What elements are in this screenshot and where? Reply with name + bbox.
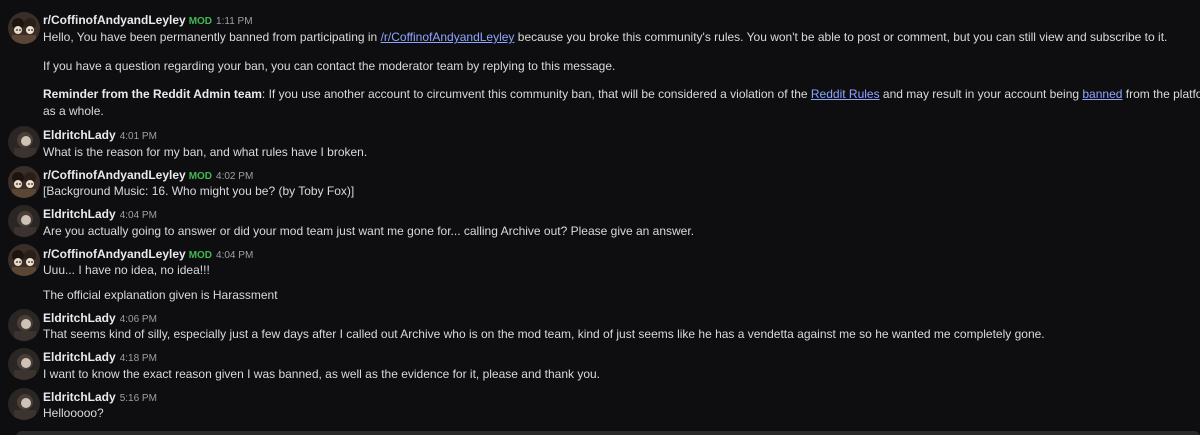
timestamp: 1:11 PM xyxy=(216,16,253,27)
subreddit-avatar-icon[interactable] xyxy=(8,244,40,276)
timestamp: 4:06 PM xyxy=(119,314,157,325)
message-text: The official explanation given is Harass… xyxy=(43,288,278,302)
message-header: EldritchLady 4:18 PM xyxy=(43,349,157,365)
message-text: Hellooooo? xyxy=(43,406,104,420)
author-name[interactable]: EldritchLady xyxy=(43,207,116,221)
mod-badge: MOD xyxy=(188,171,213,182)
message-text: That seems kind of silly, especially jus… xyxy=(43,327,1045,341)
author-name[interactable]: r/CoffinofAndyandLeyley xyxy=(43,247,186,261)
timestamp: 4:18 PM xyxy=(119,353,157,364)
banned-link[interactable]: banned xyxy=(1082,87,1122,101)
message-header: r/CoffinofAndyandLeyley MOD 1:11 PM xyxy=(43,12,253,28)
timestamp: 4:04 PM xyxy=(216,250,254,261)
author-name[interactable]: EldritchLady xyxy=(43,390,116,404)
timestamp: 4:01 PM xyxy=(119,131,157,142)
author-name[interactable]: EldritchLady xyxy=(43,128,116,142)
message-text: If you have a question regarding your ba… xyxy=(43,59,616,73)
subreddit-avatar-icon[interactable] xyxy=(8,166,40,198)
author-name[interactable]: EldritchLady xyxy=(43,350,116,364)
author-name[interactable]: r/CoffinofAndyandLeyley xyxy=(43,13,186,27)
timestamp: 4:02 PM xyxy=(216,171,254,182)
timestamp: 4:04 PM xyxy=(119,210,157,221)
chat-thread: r/CoffinofAndyandLeyley MOD 1:11 PM Hello,… xyxy=(0,0,1200,435)
user-avatar-icon[interactable] xyxy=(8,126,40,158)
message-text: as a whole. xyxy=(43,104,104,118)
reddit-rules-link[interactable]: Reddit Rules xyxy=(811,87,880,101)
subreddit-avatar-icon[interactable] xyxy=(8,12,40,44)
user-avatar-icon[interactable] xyxy=(8,388,40,420)
mod-badge: MOD xyxy=(188,250,213,261)
message-text: Reminder from the Reddit Admin team: If … xyxy=(43,87,1200,101)
user-avatar-icon[interactable] xyxy=(8,309,40,341)
message-text: What is the reason for my ban, and what … xyxy=(43,145,368,159)
message-text: Are you actually going to answer or did … xyxy=(43,224,695,238)
message-text: Uuu... I have no idea, no idea!!! xyxy=(43,263,210,277)
admin-reminder-label: Reminder from the Reddit Admin team xyxy=(43,87,262,101)
user-avatar-icon[interactable] xyxy=(8,348,40,380)
author-name[interactable]: EldritchLady xyxy=(43,311,116,325)
message-header: EldritchLady 4:04 PM xyxy=(43,206,157,222)
message-header: EldritchLady 5:16 PM xyxy=(43,389,157,405)
message-header: EldritchLady 4:01 PM xyxy=(43,127,157,143)
mod-badge: MOD xyxy=(188,16,213,27)
user-avatar-icon[interactable] xyxy=(8,205,40,237)
message-text: [Background Music: 16. Who might you be?… xyxy=(43,184,355,198)
message-text: I want to know the exact reason given I … xyxy=(43,367,601,381)
message-text: Hello, You have been permanently banned … xyxy=(43,30,1168,44)
message-header: EldritchLady 4:06 PM xyxy=(43,310,157,326)
message-composer[interactable] xyxy=(16,431,1200,435)
author-name[interactable]: r/CoffinofAndyandLeyley xyxy=(43,168,186,182)
message-header: r/CoffinofAndyandLeyley MOD 4:02 PM xyxy=(43,167,253,183)
message-header: r/CoffinofAndyandLeyley MOD 4:04 PM xyxy=(43,246,253,262)
timestamp: 5:16 PM xyxy=(119,393,157,404)
subreddit-link[interactable]: /r/CoffinofAndyandLeyley xyxy=(381,30,515,44)
